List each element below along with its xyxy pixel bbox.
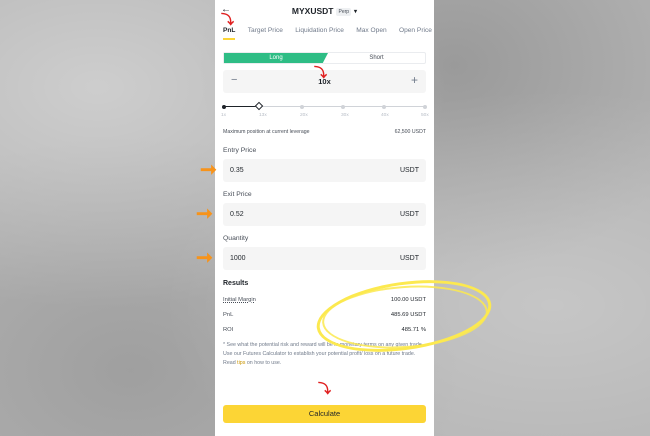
annotation-arrow-right-icon: ➞ <box>196 247 213 269</box>
slider-dot[interactable] <box>423 104 427 109</box>
plus-icon[interactable]: + <box>411 73 418 87</box>
annotation-arrow-down-icon: ⤵ <box>221 12 235 27</box>
exit-price-value: 0.52 <box>230 211 244 218</box>
entry-price-unit: USDT <box>399 167 419 174</box>
long-button[interactable]: Long <box>224 53 328 63</box>
entry-price-value: 0.35 <box>230 167 244 174</box>
entry-price-input[interactable]: 0.35 USDT <box>223 159 426 182</box>
note-suffix: on how to use. <box>245 359 282 366</box>
result-label[interactable]: Initial Margin <box>223 297 256 303</box>
slider-thumb[interactable] <box>254 101 264 111</box>
calculate-button[interactable]: Calculate <box>223 405 426 423</box>
tab-max-open[interactable]: Max Open <box>356 27 386 34</box>
page-title[interactable]: MYXUSDT Perp ▾ <box>215 6 434 16</box>
slider-tick-label: 20x <box>300 113 308 118</box>
annotation-arrow-right-icon: ➞ <box>200 159 217 181</box>
slider-tick-label: 50x <box>421 113 429 118</box>
slider-dot[interactable] <box>382 104 386 109</box>
slider-tick-label: 30x <box>341 113 349 118</box>
slider-tick-label: 40x <box>381 113 389 118</box>
quantity-label: Quantity <box>223 235 249 242</box>
exit-price-label: Exit Price <box>223 191 252 198</box>
max-position-value: 62,500 USDT <box>394 129 426 135</box>
tab-pnl[interactable]: PnL <box>223 27 235 34</box>
max-position-row: Maximum position at current leverage 62,… <box>223 129 426 135</box>
tab-liquidation-price[interactable]: Liquidation Price <box>295 27 344 34</box>
caret-down-icon[interactable]: ▾ <box>354 9 357 15</box>
results-title: Results <box>223 280 249 287</box>
slider-dot[interactable] <box>222 104 226 109</box>
perp-badge: Perp <box>336 7 352 16</box>
annotation-arrow-down-icon: ⤵ <box>318 381 332 396</box>
tab-open-price[interactable]: Open Price <box>399 27 432 34</box>
annotation-arrow-right-icon: ➞ <box>196 203 213 225</box>
slider-dot[interactable] <box>341 104 345 109</box>
quantity-unit: USDT <box>399 255 419 262</box>
exit-price-input[interactable]: 0.52 USDT <box>223 203 426 226</box>
tab-target-price[interactable]: Target Price <box>248 27 283 34</box>
slider-tick-label: 13x <box>259 113 267 118</box>
active-tab-indicator <box>223 38 235 40</box>
entry-price-label: Entry Price <box>223 147 257 154</box>
quantity-value: 1000 <box>230 255 246 262</box>
slider-tick-label: 1x <box>221 113 227 118</box>
exit-price-unit: USDT <box>399 211 419 218</box>
result-label: ROI <box>223 327 234 333</box>
annotation-arrow-down-icon: ⤵ <box>314 65 328 80</box>
short-button[interactable]: Short <box>328 53 425 63</box>
max-position-label: Maximum position at current leverage <box>223 129 310 135</box>
symbol-label: MYXUSDT <box>291 6 334 16</box>
result-label: PnL <box>223 312 234 318</box>
calculator-tabs: PnL Target Price Liquidation Price Max O… <box>223 27 432 34</box>
quantity-input[interactable]: 1000 USDT <box>223 247 426 270</box>
slider-dot[interactable] <box>300 104 304 109</box>
